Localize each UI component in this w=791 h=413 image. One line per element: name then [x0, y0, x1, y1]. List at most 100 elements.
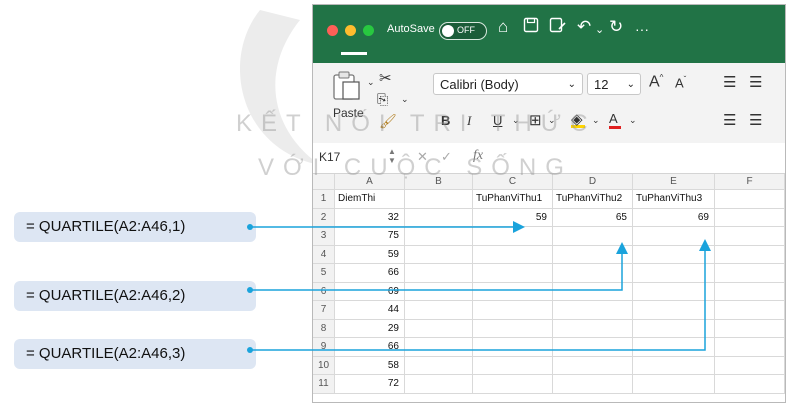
undo-icon[interactable]: ↶ — [577, 17, 591, 37]
copy-icon[interactable]: ⎘ — [377, 91, 388, 108]
cell-c4[interactable] — [473, 245, 553, 264]
font-size-select[interactable]: 12 ⌄ — [587, 73, 641, 95]
cell-d8[interactable] — [553, 319, 633, 338]
cell-b2[interactable] — [405, 208, 473, 227]
cell-b10[interactable] — [405, 356, 473, 375]
cell-e5[interactable] — [633, 264, 715, 283]
cell-f1[interactable] — [715, 190, 785, 209]
font-color-dropdown-icon[interactable]: ⌄ — [629, 115, 637, 126]
cell-c11[interactable] — [473, 375, 553, 394]
cell-a1[interactable]: DiemThi — [335, 190, 405, 209]
close-window-button[interactable] — [327, 25, 338, 36]
cell-e1[interactable]: TuPhanViThu3 — [633, 190, 715, 209]
cell-a8[interactable]: 29 — [335, 319, 405, 338]
cell-e2[interactable]: 69 — [633, 208, 715, 227]
cell-b8[interactable] — [405, 319, 473, 338]
cell-f2[interactable] — [715, 208, 785, 227]
cell-d5[interactable] — [553, 264, 633, 283]
row-header-11[interactable]: 11 — [313, 375, 335, 394]
cell-b3[interactable] — [405, 227, 473, 246]
cell-a9[interactable]: 66 — [335, 338, 405, 357]
row-header-3[interactable]: 3 — [313, 227, 335, 246]
font-color-button[interactable]: A — [609, 111, 621, 129]
cell-d3[interactable] — [553, 227, 633, 246]
align-center-icon[interactable]: ☰ — [749, 111, 762, 129]
font-name-select[interactable]: Calibri (Body) ⌄ — [433, 73, 583, 95]
cell-c7[interactable] — [473, 301, 553, 320]
cell-d2[interactable]: 65 — [553, 208, 633, 227]
row-header-2[interactable]: 2 — [313, 208, 335, 227]
paste-dropdown-icon[interactable]: ⌄ — [367, 77, 375, 88]
cell-a11[interactable]: 72 — [335, 375, 405, 394]
paste-icon[interactable] — [331, 71, 365, 106]
row-header-7[interactable]: 7 — [313, 301, 335, 320]
cell-e7[interactable] — [633, 301, 715, 320]
cell-e8[interactable] — [633, 319, 715, 338]
cell-e10[interactable] — [633, 356, 715, 375]
save-as-icon[interactable] — [549, 17, 567, 38]
cut-icon[interactable]: ✂ — [379, 69, 392, 87]
cell-a5[interactable]: 66 — [335, 264, 405, 283]
cell-c10[interactable] — [473, 356, 553, 375]
cell-c3[interactable] — [473, 227, 553, 246]
cell-c5[interactable] — [473, 264, 553, 283]
cell-e4[interactable] — [633, 245, 715, 264]
cell-f10[interactable] — [715, 356, 785, 375]
row-header-10[interactable]: 10 — [313, 356, 335, 375]
cell-c9[interactable] — [473, 338, 553, 357]
zoom-window-button[interactable] — [363, 25, 374, 36]
cell-a4[interactable]: 59 — [335, 245, 405, 264]
autosave-toggle[interactable]: OFF — [439, 22, 487, 40]
redo-icon[interactable]: ↻ — [609, 17, 623, 37]
row-header-8[interactable]: 8 — [313, 319, 335, 338]
column-header-e[interactable]: E — [633, 174, 715, 190]
row-header-4[interactable]: 4 — [313, 245, 335, 264]
cell-d11[interactable] — [553, 375, 633, 394]
cell-b6[interactable] — [405, 282, 473, 301]
cell-d1[interactable]: TuPhanViThu2 — [553, 190, 633, 209]
save-icon[interactable] — [523, 17, 539, 38]
align-top-icon[interactable]: ☰ — [723, 73, 736, 91]
cell-e9[interactable] — [633, 338, 715, 357]
cell-f5[interactable] — [715, 264, 785, 283]
cell-b9[interactable] — [405, 338, 473, 357]
home-icon[interactable]: ⌂ — [498, 17, 508, 37]
row-header-9[interactable]: 9 — [313, 338, 335, 357]
cell-d4[interactable] — [553, 245, 633, 264]
cell-f4[interactable] — [715, 245, 785, 264]
cell-b11[interactable] — [405, 375, 473, 394]
cell-b7[interactable] — [405, 301, 473, 320]
cell-d10[interactable] — [553, 356, 633, 375]
cell-e11[interactable] — [633, 375, 715, 394]
undo-dropdown-icon[interactable]: ⌄ — [595, 20, 604, 40]
cell-d9[interactable] — [553, 338, 633, 357]
cell-a2[interactable]: 32 — [335, 208, 405, 227]
copy-dropdown-icon[interactable]: ⌄ — [401, 94, 409, 105]
cell-c1[interactable]: TuPhanViThu1 — [473, 190, 553, 209]
cell-c6[interactable] — [473, 282, 553, 301]
increase-font-size-icon[interactable]: A^ — [649, 73, 663, 91]
cell-c2[interactable]: 59 — [473, 208, 553, 227]
cell-a3[interactable]: 75 — [335, 227, 405, 246]
cell-a6[interactable]: 69 — [335, 282, 405, 301]
cell-f8[interactable] — [715, 319, 785, 338]
row-header-1[interactable]: 1 — [313, 190, 335, 209]
cell-d6[interactable] — [553, 282, 633, 301]
cell-f9[interactable] — [715, 338, 785, 357]
cell-f3[interactable] — [715, 227, 785, 246]
more-icon[interactable]: ··· — [635, 19, 649, 39]
cell-a7[interactable]: 44 — [335, 301, 405, 320]
align-left-icon[interactable]: ☰ — [723, 111, 736, 129]
cell-b5[interactable] — [405, 264, 473, 283]
column-header-f[interactable]: F — [715, 174, 785, 190]
minimize-window-button[interactable] — [345, 25, 356, 36]
cell-a10[interactable]: 58 — [335, 356, 405, 375]
row-header-5[interactable]: 5 — [313, 264, 335, 283]
cell-e3[interactable] — [633, 227, 715, 246]
cell-c8[interactable] — [473, 319, 553, 338]
cell-e6[interactable] — [633, 282, 715, 301]
align-middle-icon[interactable]: ☰ — [749, 73, 762, 91]
decrease-font-size-icon[interactable]: Aˇ — [675, 75, 686, 90]
cell-b4[interactable] — [405, 245, 473, 264]
row-header-6[interactable]: 6 — [313, 282, 335, 301]
